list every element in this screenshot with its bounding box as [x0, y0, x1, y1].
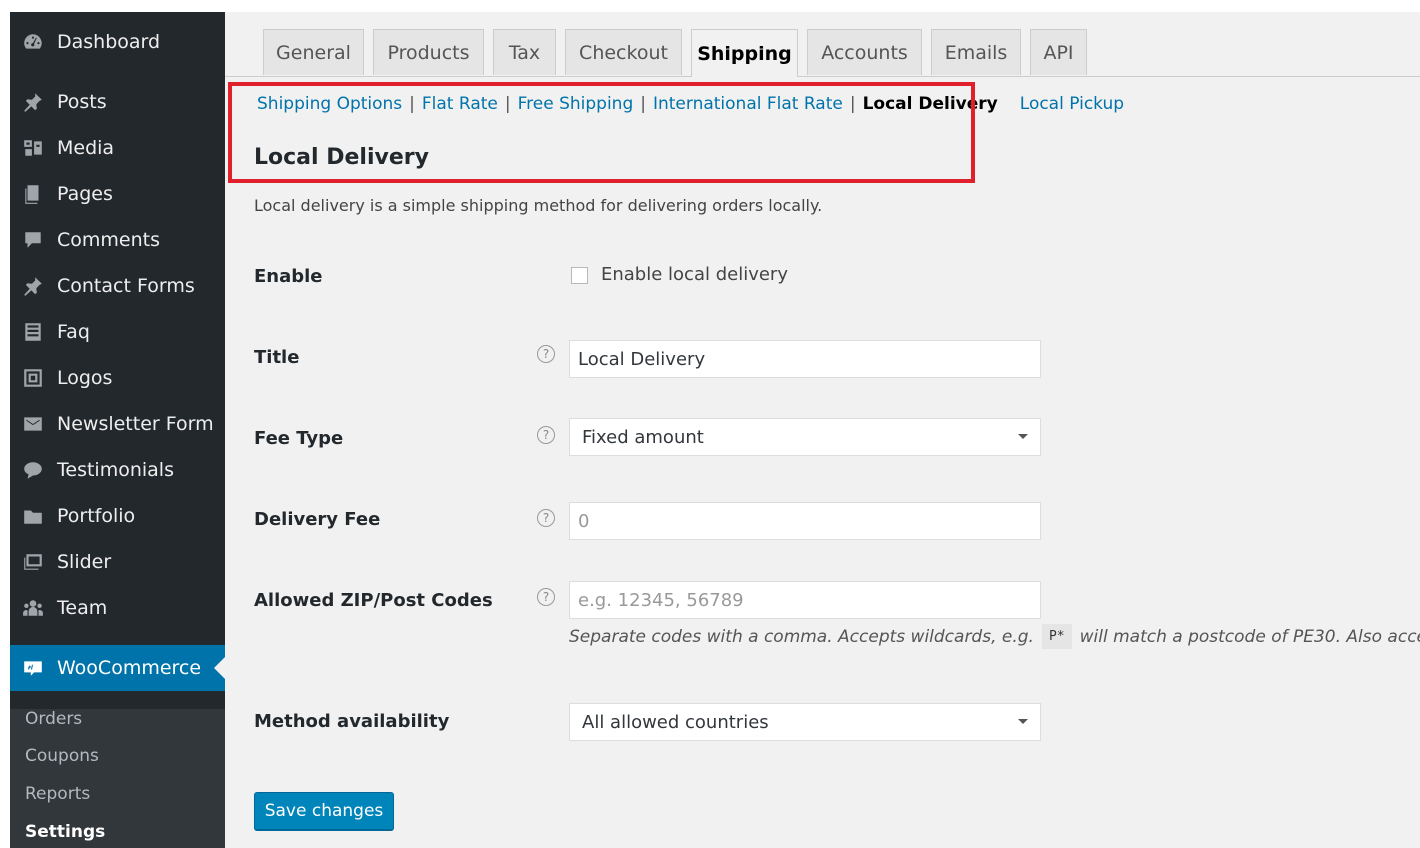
- title-input[interactable]: Local Delivery: [569, 340, 1041, 378]
- settings-main: General Products Tax Checkout Shipping A…: [225, 12, 1420, 848]
- folder-icon: [20, 503, 46, 529]
- delivery-fee-label: Delivery Fee: [254, 509, 381, 530]
- sidebar-item-label: Slider: [57, 551, 112, 573]
- sidebar-item-label: Team: [57, 597, 108, 619]
- fee-type-selected: Fixed amount: [582, 426, 704, 448]
- chevron-down-icon: [1018, 434, 1028, 439]
- tab-tax[interactable]: Tax: [493, 29, 556, 75]
- zip-codes-description: Separate codes with a comma. Accepts wil…: [569, 624, 1420, 649]
- group-icon: [20, 595, 46, 621]
- comment-icon: [20, 227, 46, 253]
- enable-local-delivery-checkbox[interactable]: [571, 267, 588, 284]
- method-availability-label: Method availability: [254, 711, 450, 732]
- sidebar-item-team[interactable]: Team: [10, 588, 225, 628]
- sidebar-item-media[interactable]: Media: [10, 128, 225, 168]
- sidebar-item-label: Portfolio: [57, 505, 136, 527]
- sidebar-item-comments[interactable]: Comments: [10, 220, 225, 260]
- save-changes-button[interactable]: Save changes: [254, 792, 394, 830]
- sidebar-item-label: Posts: [57, 91, 107, 113]
- sidebar-item-newsletter-form[interactable]: Newsletter Form: [10, 404, 225, 444]
- sidebar-item-label: WooCommerce: [57, 657, 202, 679]
- help-tip-icon[interactable]: ?: [537, 509, 555, 527]
- fee-type-select[interactable]: Fixed amount: [569, 418, 1041, 456]
- sidebar-item-label: Testimonials: [57, 459, 174, 481]
- sidebar-item-contact-forms[interactable]: Contact Forms: [10, 266, 225, 306]
- sidebar-item-label: Contact Forms: [57, 275, 195, 297]
- zip-desc-text: Separate codes with a comma. Accepts wil…: [569, 626, 1034, 647]
- zip-desc-text-after: will match a postcode of PE30. Also acce…: [1079, 626, 1420, 647]
- delivery-fee-input[interactable]: 0: [569, 502, 1041, 540]
- settings-tabs: General Products Tax Checkout Shipping A…: [225, 12, 1420, 77]
- submenu-item-reports[interactable]: Reports: [25, 784, 90, 804]
- woo-icon: [20, 655, 46, 681]
- admin-sidebar: Dashboard Posts Media Pages Comments Con…: [10, 12, 225, 848]
- tab-shipping[interactable]: Shipping: [691, 29, 798, 77]
- envelope-icon: [20, 411, 46, 437]
- availability-selected: All allowed countries: [582, 711, 769, 733]
- help-tip-icon[interactable]: ?: [537, 426, 555, 444]
- slides-icon: [20, 549, 46, 575]
- subnav-local-pickup[interactable]: Local Pickup: [1020, 94, 1124, 114]
- sidebar-item-dashboard[interactable]: Dashboard: [10, 22, 225, 62]
- submenu-item-settings[interactable]: Settings: [25, 822, 105, 842]
- sidebar-item-label: Media: [57, 137, 115, 159]
- sidebar-item-label: Dashboard: [57, 31, 161, 53]
- tab-general[interactable]: General: [263, 29, 364, 75]
- zip-codes-label: Allowed ZIP/Post Codes: [254, 590, 493, 611]
- sidebar-item-label: Comments: [57, 229, 160, 251]
- sidebar-item-posts[interactable]: Posts: [10, 82, 225, 122]
- pin-icon: [20, 89, 46, 115]
- submenu-item-coupons[interactable]: Coupons: [25, 746, 99, 766]
- sidebar-item-label: Faq: [57, 321, 90, 343]
- fee-type-label: Fee Type: [254, 428, 344, 449]
- sidebar-item-woocommerce[interactable]: WooCommerce: [10, 645, 225, 691]
- method-availability-select[interactable]: All allowed countries: [569, 703, 1041, 741]
- pages-icon: [20, 181, 46, 207]
- sidebar-item-pages[interactable]: Pages: [10, 174, 225, 214]
- sidebar-item-slider[interactable]: Slider: [10, 542, 225, 582]
- tab-products[interactable]: Products: [373, 29, 484, 75]
- section-description: Local delivery is a simple shipping meth…: [254, 196, 823, 215]
- list-icon: [20, 319, 46, 345]
- sidebar-item-faq[interactable]: Faq: [10, 312, 225, 352]
- tab-api[interactable]: API: [1030, 29, 1087, 75]
- zip-codes-input[interactable]: e.g. 12345, 56789: [569, 581, 1041, 619]
- sidebar-item-logos[interactable]: Logos: [10, 358, 225, 398]
- section-title: Local Delivery: [254, 145, 429, 170]
- sidebar-item-label: Logos: [57, 367, 113, 389]
- tab-accounts[interactable]: Accounts: [807, 29, 922, 75]
- title-label: Title: [254, 347, 300, 368]
- woocommerce-submenu: Orders Coupons Reports Settings: [10, 709, 225, 848]
- enable-local-delivery-label[interactable]: Enable local delivery: [601, 264, 788, 285]
- help-tip-icon[interactable]: ?: [537, 588, 555, 606]
- sidebar-item-label: Newsletter Form: [57, 413, 214, 435]
- enable-label: Enable: [254, 266, 323, 287]
- dashboard-icon: [20, 29, 46, 55]
- help-tip-icon[interactable]: ?: [537, 345, 555, 363]
- chevron-down-icon: [1018, 719, 1028, 724]
- image-box-icon: [20, 365, 46, 391]
- tab-checkout[interactable]: Checkout: [565, 29, 682, 75]
- submenu-item-orders[interactable]: Orders: [25, 709, 82, 729]
- wildcard-example: P*: [1041, 624, 1072, 649]
- tab-emails[interactable]: Emails: [931, 29, 1021, 75]
- sidebar-item-label: Pages: [57, 183, 113, 205]
- sidebar-item-portfolio[interactable]: Portfolio: [10, 496, 225, 536]
- sidebar-item-testimonials[interactable]: Testimonials: [10, 450, 225, 490]
- pin-icon: [20, 273, 46, 299]
- media-icon: [20, 135, 46, 161]
- speech-bubble-icon: [20, 457, 46, 483]
